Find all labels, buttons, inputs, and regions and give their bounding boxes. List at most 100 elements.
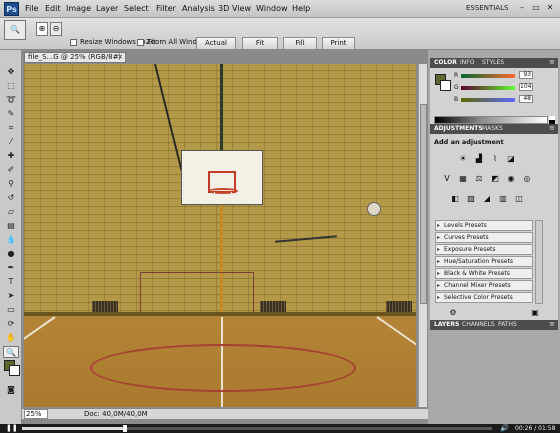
tab-layers[interactable]: LAYERS: [434, 321, 459, 329]
actual-pixels-button[interactable]: Actual Pixels: [196, 37, 236, 58]
maximize-icon[interactable]: ▭: [530, 2, 542, 14]
threshold-icon[interactable]: ◢: [482, 194, 492, 204]
levels-icon[interactable]: ▟: [474, 154, 484, 164]
eyedropper-tool-icon[interactable]: ⁄: [3, 136, 19, 148]
pen-tool-icon[interactable]: ✒: [3, 262, 19, 274]
shape-tool-icon[interactable]: ▭: [3, 304, 19, 316]
menu-layer[interactable]: Layer: [96, 4, 118, 13]
move-tool-icon[interactable]: ✥: [3, 66, 19, 78]
status-zoom-field[interactable]: 25%: [24, 409, 48, 419]
crop-tool-icon[interactable]: ⌗: [3, 122, 19, 134]
workspace-switcher[interactable]: ESSENTIALS: [466, 4, 508, 12]
presets-toggle-icon[interactable]: ▣: [530, 308, 540, 318]
preset-exposure[interactable]: Exposure Presets: [435, 244, 533, 255]
photo-filter-icon[interactable]: ◉: [506, 174, 516, 184]
black-white-swatch[interactable]: [549, 116, 555, 124]
invert-icon[interactable]: ◧: [450, 194, 460, 204]
type-tool-icon[interactable]: T: [3, 276, 19, 288]
resize-windows-checkbox[interactable]: [70, 39, 77, 46]
close-tab-icon[interactable]: ×: [117, 53, 123, 62]
green-value[interactable]: 104: [519, 83, 533, 91]
posterize-icon[interactable]: ▨: [466, 194, 476, 204]
volume-icon[interactable]: 🔊: [500, 424, 509, 433]
marquee-tool-icon[interactable]: ⬚: [3, 80, 19, 92]
presets-scrollbar[interactable]: [535, 220, 543, 304]
document-tab[interactable]: file_S...G @ 25% (RGB/8#) ×: [24, 52, 126, 63]
zoom-tool-icon[interactable]: 🔍: [3, 346, 19, 358]
menu-help[interactable]: Help: [292, 4, 310, 13]
gradient-map-icon[interactable]: ▥: [498, 194, 508, 204]
eraser-tool-icon[interactable]: ▱: [3, 206, 19, 218]
curves-icon[interactable]: ⌇: [490, 154, 500, 164]
blue-value[interactable]: 48: [519, 95, 533, 103]
red-value[interactable]: 93: [519, 71, 533, 79]
menu-select[interactable]: Select: [124, 4, 149, 13]
panel-menu-icon[interactable]: ≡: [549, 124, 555, 133]
3d-rotate-tool-icon[interactable]: ⟳: [3, 318, 19, 330]
zoom-all-checkbox[interactable]: [137, 39, 144, 46]
zoom-out-icon[interactable]: ⊖: [50, 22, 62, 36]
menu-view[interactable]: View: [232, 4, 251, 13]
close-icon[interactable]: ✕: [544, 2, 556, 14]
red-slider[interactable]: [461, 74, 515, 78]
presets-options-icon[interactable]: ⚙: [448, 308, 458, 318]
fill-screen-button[interactable]: Fill Screen: [283, 37, 317, 58]
dodge-tool-icon[interactable]: ●: [3, 248, 19, 260]
background-color-swatch[interactable]: [9, 365, 20, 376]
quick-select-tool-icon[interactable]: ✎: [3, 108, 19, 120]
exposure-icon[interactable]: ◪: [506, 154, 516, 164]
fit-screen-button[interactable]: Fit Screen: [242, 37, 278, 58]
preset-channel-mixer[interactable]: Channel Mixer Presets: [435, 280, 533, 291]
panel-menu-icon[interactable]: ≡: [549, 320, 555, 329]
tab-masks[interactable]: MASKS: [482, 125, 503, 133]
blur-tool-icon[interactable]: 💧: [3, 234, 19, 246]
menu-file[interactable]: File: [25, 4, 38, 13]
green-slider[interactable]: [461, 86, 515, 90]
color-panel-background-swatch[interactable]: [440, 80, 451, 91]
scrollbar-thumb[interactable]: [420, 104, 427, 304]
color-spectrum-bar[interactable]: [434, 116, 548, 124]
black-white-icon[interactable]: ◩: [490, 174, 500, 184]
image-canvas[interactable]: [24, 64, 416, 407]
path-selection-tool-icon[interactable]: ➤: [3, 290, 19, 302]
healing-brush-tool-icon[interactable]: ✚: [3, 150, 19, 162]
zoom-tool-preset-icon[interactable]: 🔍: [4, 20, 26, 40]
menu-edit[interactable]: Edit: [45, 4, 61, 13]
vertical-scrollbar[interactable]: [418, 64, 427, 407]
minimize-icon[interactable]: –: [516, 2, 528, 14]
preset-black-white[interactable]: Black & White Presets: [435, 268, 533, 279]
selective-color-icon[interactable]: ◫: [514, 194, 524, 204]
color-balance-icon[interactable]: ⚖: [474, 174, 484, 184]
lasso-tool-icon[interactable]: ➰: [3, 94, 19, 106]
quick-mask-icon[interactable]: ◙: [3, 384, 19, 396]
brightness-icon[interactable]: ☀: [458, 154, 468, 164]
brush-tool-icon[interactable]: ✐: [3, 164, 19, 176]
panel-menu-icon[interactable]: ≡: [549, 58, 555, 67]
blue-slider[interactable]: [461, 98, 515, 102]
preset-selective-color[interactable]: Selective Color Presets: [435, 292, 533, 303]
channel-mixer-icon[interactable]: ◎: [522, 174, 532, 184]
hue-saturation-icon[interactable]: ▦: [458, 174, 468, 184]
preset-hue-saturation[interactable]: Hue/Saturation Presets: [435, 256, 533, 267]
tab-info[interactable]: INFO: [460, 59, 474, 67]
pause-icon[interactable]: ❚❚: [6, 424, 18, 433]
hand-tool-icon[interactable]: ✋: [3, 332, 19, 344]
menu-3d[interactable]: 3D: [218, 4, 229, 13]
gradient-tool-icon[interactable]: ▤: [3, 220, 19, 232]
vibrance-icon[interactable]: V: [442, 174, 452, 184]
tab-adjustments[interactable]: ADJUSTMENTS: [434, 125, 483, 133]
clone-stamp-tool-icon[interactable]: ⚲: [3, 178, 19, 190]
menu-window[interactable]: Window: [256, 4, 288, 13]
preset-levels[interactable]: Levels Presets: [435, 220, 533, 231]
preset-curves[interactable]: Curves Presets: [435, 232, 533, 243]
menu-filter[interactable]: Filter: [156, 4, 176, 13]
print-size-button[interactable]: Print Size: [322, 37, 355, 58]
tab-color[interactable]: COLOR: [434, 59, 457, 67]
history-brush-tool-icon[interactable]: ↺: [3, 192, 19, 204]
menu-analysis[interactable]: Analysis: [182, 4, 215, 13]
video-progress-track[interactable]: [22, 425, 492, 432]
video-progress-thumb[interactable]: [123, 425, 128, 432]
tab-styles[interactable]: STYLES: [482, 59, 504, 67]
tab-channels[interactable]: CHANNELS: [462, 321, 495, 329]
zoom-in-icon[interactable]: ⊕: [36, 22, 48, 36]
